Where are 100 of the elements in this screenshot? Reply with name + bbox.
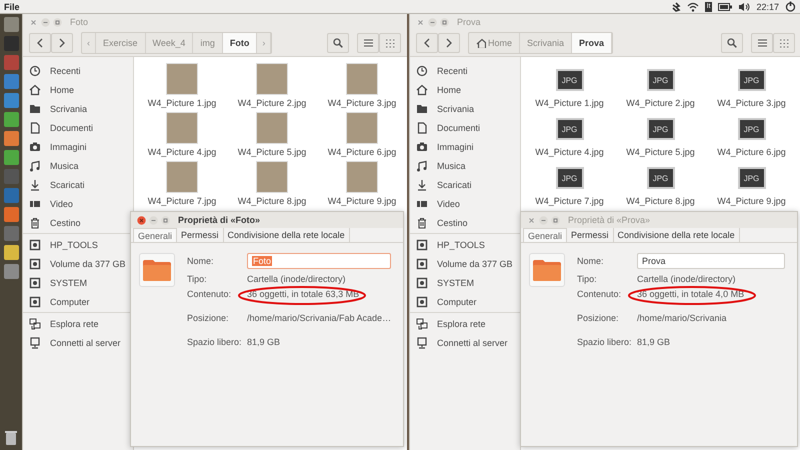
back-button[interactable]: [29, 33, 51, 53]
file-name[interactable]: W4_Picture 8.jpg: [238, 196, 306, 206]
sidebar-item[interactable]: Scaricati: [410, 175, 520, 194]
file-type-icon[interactable]: JPG: [646, 118, 674, 140]
maximize-icon[interactable]: [53, 18, 62, 26]
wifi-icon[interactable]: [686, 2, 699, 12]
sidebar-item[interactable]: Esplora rete: [23, 314, 133, 333]
close-icon[interactable]: [137, 216, 146, 224]
file-name[interactable]: W4_Picture 1.jpg: [148, 98, 216, 108]
app-launcher-icon[interactable]: [4, 245, 18, 260]
sidebar-item[interactable]: Scrivania: [410, 99, 520, 118]
file-name[interactable]: W4_Picture 6.jpg: [328, 147, 396, 157]
back-button[interactable]: [416, 33, 438, 53]
file-name[interactable]: W4_Picture 4.jpg: [148, 147, 216, 157]
grid-view-button[interactable]: [379, 33, 401, 53]
file-type-icon[interactable]: JPG: [738, 118, 766, 140]
name-field[interactable]: Prova: [637, 253, 785, 269]
app-launcher-icon[interactable]: [4, 74, 18, 89]
app-launcher-icon[interactable]: [4, 93, 18, 108]
file-name[interactable]: W4_Picture 3.jpg: [717, 98, 786, 108]
file-type-icon[interactable]: JPG: [556, 69, 584, 91]
volume-icon[interactable]: [738, 2, 750, 12]
file-name[interactable]: W4_Picture 9.jpg: [717, 196, 786, 206]
search-button[interactable]: [721, 33, 743, 53]
sidebar-item[interactable]: Scrivania: [23, 99, 133, 118]
maximize-icon[interactable]: [440, 18, 449, 26]
tab[interactable]: Generali: [133, 228, 178, 242]
file-name[interactable]: W4_Picture 7.jpg: [535, 196, 604, 206]
minimize-icon[interactable]: [41, 18, 50, 26]
file-name[interactable]: W4_Picture 4.jpg: [535, 147, 604, 157]
file-name[interactable]: W4_Picture 5.jpg: [626, 147, 695, 157]
sidebar-item[interactable]: Home: [410, 80, 520, 99]
sidebar-item[interactable]: Documenti: [23, 118, 133, 137]
path-button[interactable]: Prova: [572, 33, 612, 53]
file-name[interactable]: W4_Picture 3.jpg: [328, 98, 396, 108]
battery-icon[interactable]: [718, 2, 732, 10]
clock[interactable]: 22:17: [756, 2, 779, 12]
photo-placeholder[interactable]: [166, 63, 198, 95]
photo-placeholder[interactable]: [256, 161, 288, 193]
photo-placeholder[interactable]: [346, 161, 378, 193]
forward-button[interactable]: [51, 33, 73, 53]
app-launcher-icon[interactable]: [4, 207, 18, 222]
sidebar-item[interactable]: Immagini: [410, 137, 520, 156]
sidebar-item[interactable]: HP_TOOLS: [23, 235, 133, 254]
app-launcher-icon[interactable]: [4, 150, 18, 165]
sidebar-item[interactable]: Cestino: [410, 213, 520, 232]
sidebar-item[interactable]: Home: [23, 80, 133, 99]
sidebar-item[interactable]: Video: [410, 194, 520, 213]
sidebar-item[interactable]: SYSTEM: [410, 273, 520, 292]
sidebar-item[interactable]: Connetti al server: [410, 333, 520, 352]
file-name[interactable]: W4_Picture 8.jpg: [626, 196, 695, 206]
maximize-icon[interactable]: [551, 216, 560, 224]
file-name[interactable]: W4_Picture 5.jpg: [238, 147, 306, 157]
minimize-icon[interactable]: [428, 18, 437, 26]
sidebar-item[interactable]: Volume da 377 GB: [23, 254, 133, 273]
app-launcher-icon[interactable]: [4, 112, 18, 127]
path-button[interactable]: Foto: [222, 33, 258, 53]
photo-placeholder[interactable]: [346, 63, 378, 95]
tab[interactable]: Generali: [523, 228, 568, 242]
list-view-button[interactable]: [357, 33, 379, 53]
sidebar-item[interactable]: Immagini: [23, 137, 133, 156]
sidebar-item[interactable]: Volume da 377 GB: [410, 254, 520, 273]
maximize-icon[interactable]: [161, 216, 170, 224]
app-launcher-icon[interactable]: [4, 264, 18, 279]
sidebar-item[interactable]: Recenti: [410, 61, 520, 80]
menu-item[interactable]: File: [4, 2, 20, 12]
list-view-button[interactable]: [751, 33, 773, 53]
tab[interactable]: Condivisione della rete locale: [224, 228, 350, 242]
minimize-icon[interactable]: [149, 216, 158, 224]
sidebar-item[interactable]: Musica: [23, 156, 133, 175]
file-type-icon[interactable]: JPG: [556, 167, 584, 189]
file-type-icon[interactable]: JPG: [556, 118, 584, 140]
file-name[interactable]: W4_Picture 6.jpg: [717, 147, 786, 157]
app-launcher-icon[interactable]: [4, 131, 18, 146]
photo-placeholder[interactable]: [166, 161, 198, 193]
sidebar-item[interactable]: SYSTEM: [23, 273, 133, 292]
sidebar-item[interactable]: Connetti al server: [23, 333, 133, 352]
power-icon[interactable]: [785, 1, 796, 12]
forward-button[interactable]: [438, 33, 460, 53]
file-name[interactable]: W4_Picture 2.jpg: [238, 98, 306, 108]
trash-icon[interactable]: [3, 430, 19, 446]
sidebar-item[interactable]: Computer: [410, 292, 520, 311]
sidebar-item[interactable]: Cestino: [23, 213, 133, 232]
sidebar-item[interactable]: Recenti: [23, 61, 133, 80]
file-name[interactable]: W4_Picture 2.jpg: [626, 98, 695, 108]
file-type-icon[interactable]: JPG: [738, 167, 766, 189]
sidebar-item[interactable]: Scaricati: [23, 175, 133, 194]
tab[interactable]: Permessi: [567, 228, 614, 242]
file-name[interactable]: W4_Picture 7.jpg: [148, 196, 216, 206]
tab[interactable]: Permessi: [177, 228, 224, 242]
sidebar-item[interactable]: Documenti: [410, 118, 520, 137]
sidebar-item[interactable]: Musica: [410, 156, 520, 175]
file-type-icon[interactable]: JPG: [646, 69, 674, 91]
app-launcher-icon[interactable]: [4, 17, 18, 32]
sidebar-item[interactable]: Esplora rete: [410, 314, 520, 333]
file-name[interactable]: W4_Picture 1.jpg: [535, 98, 604, 108]
tab[interactable]: Condivisione della rete locale: [614, 228, 740, 242]
photo-placeholder[interactable]: [256, 63, 288, 95]
file-type-icon[interactable]: JPG: [738, 69, 766, 91]
grid-view-button[interactable]: [773, 33, 795, 53]
